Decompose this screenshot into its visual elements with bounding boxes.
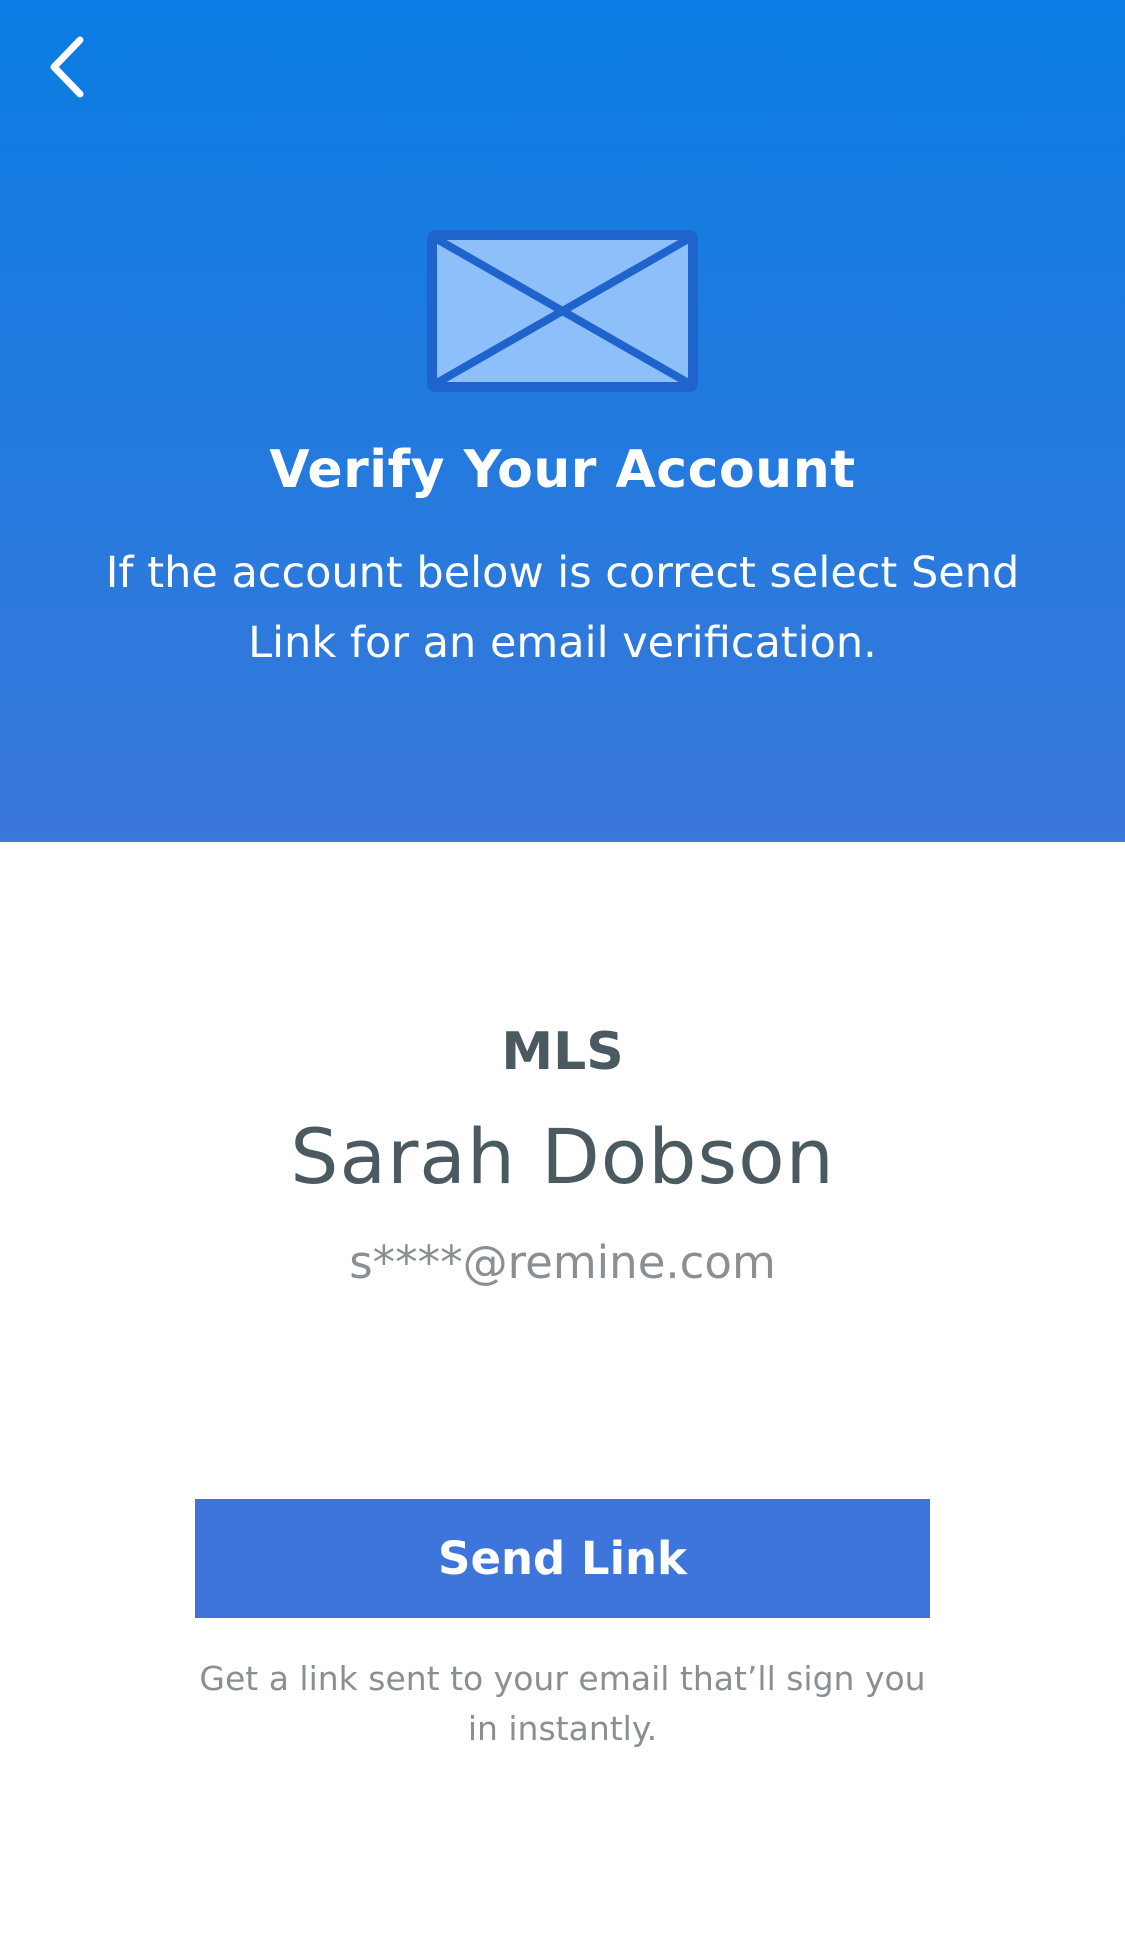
account-type: MLS [501,1022,624,1082]
hero-header: Verify Your Account If the account below… [0,0,1125,842]
send-link-button[interactable]: Send Link [195,1499,930,1618]
account-email: s****@remine.com [349,1236,776,1289]
send-link-help-text: Get a link sent to your email that’ll si… [199,1659,926,1748]
envelope-icon [427,230,698,392]
back-button[interactable] [22,22,112,112]
page-title: Verify Your Account [269,440,856,500]
page-subtitle: If the account below is correct select S… [105,548,1020,668]
verify-account-screen: Verify Your Account If the account below… [0,0,1125,1940]
account-name: Sarah Dobson [290,1112,835,1201]
chevron-left-icon [50,36,84,98]
